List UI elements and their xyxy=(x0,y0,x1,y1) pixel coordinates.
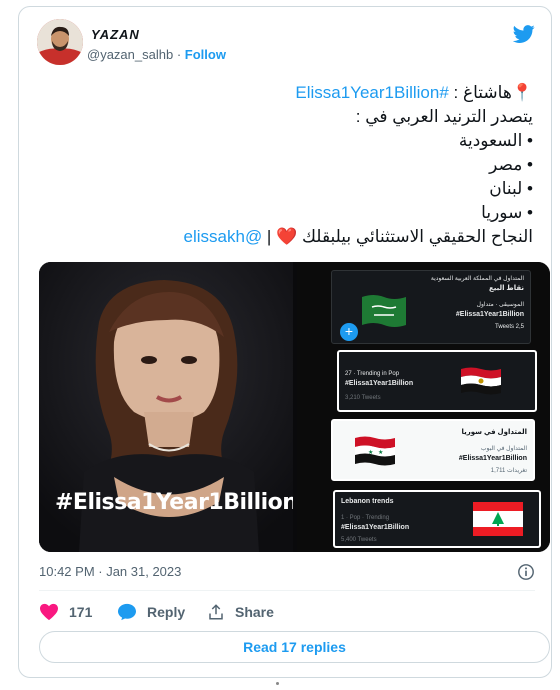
share-label: Share xyxy=(235,604,274,620)
info-icon[interactable] xyxy=(517,563,535,581)
svg-text:★: ★ xyxy=(378,449,383,456)
twitter-bird-icon[interactable] xyxy=(513,23,535,45)
photo-elissa[interactable]: #Elissa1Year1Billion xyxy=(39,262,293,552)
country-item: • مصر xyxy=(489,155,533,174)
avatar-image xyxy=(37,19,83,65)
divider xyxy=(39,590,535,591)
svg-text:★: ★ xyxy=(368,449,373,456)
reply-button[interactable]: Reply xyxy=(117,601,185,623)
egypt-flag-icon xyxy=(461,367,501,395)
tweet-timestamp[interactable]: 10:42 PM · Jan 31, 2023 xyxy=(39,564,181,579)
tweet-line-hashtag: 📍هاشتاغ : #Elissa1Year1Billion xyxy=(295,83,533,102)
user-handle[interactable]: @yazan_salhb xyxy=(87,47,173,62)
trend-screenshots[interactable]: + المتداول في المملكة العربية السعودية ن… xyxy=(297,262,550,552)
country-item: • سوريا xyxy=(481,203,533,222)
like-count: 171 xyxy=(69,604,93,620)
like-button[interactable]: 171 xyxy=(39,601,92,623)
read-replies-button[interactable]: Read 17 replies xyxy=(39,631,550,663)
tweet-text: 📍هاشتاغ : #Elissa1Year1Billion يتصدر الت… xyxy=(53,81,533,249)
trend-card-lebanon: Lebanon trends 1 · Pop · Trending #Eliss… xyxy=(333,490,541,548)
hashtag-link[interactable]: #Elissa1Year1Billion xyxy=(295,83,448,102)
reply-label: Reply xyxy=(147,604,186,620)
syria-flag-icon: ★ ★ xyxy=(355,436,395,466)
country-item: • لبنان xyxy=(489,179,533,198)
display-name[interactable]: YAZAN xyxy=(91,27,140,42)
page-dot xyxy=(276,682,279,685)
tweet-line-final: النجاح الحقيقي الاستثنائي بيلبقلك ❤️ | @… xyxy=(183,227,533,246)
follow-button[interactable]: Follow xyxy=(185,47,226,62)
red-heart-emoji: ❤️ xyxy=(276,227,298,246)
handle-line: @yazan_salhb · Follow xyxy=(87,47,226,62)
mention-link[interactable]: @elissakh xyxy=(184,227,263,246)
heart-icon xyxy=(40,603,58,621)
trend-card-saudi: + المتداول في المملكة العربية السعودية ن… xyxy=(331,270,531,344)
saudi-flag-icon xyxy=(362,295,406,327)
lebanon-flag-icon xyxy=(473,502,523,536)
plus-icon: + xyxy=(340,323,358,341)
reply-bubble-icon xyxy=(118,603,136,621)
photo-hashtag-text: #Elissa1Year1Billion xyxy=(55,490,293,515)
separator-dot: · xyxy=(176,47,182,62)
share-icon xyxy=(209,604,223,620)
tweet-line-intro: يتصدر الترنيد العربي في : xyxy=(355,107,533,126)
tweet-card: YAZAN @yazan_salhb · Follow 📍هاشتاغ : #E… xyxy=(18,6,552,678)
media-grid[interactable]: #Elissa1Year1Billion + المتداول في الممل… xyxy=(39,262,550,552)
pin-icon: 📍 xyxy=(511,83,533,102)
country-item: • السعودية xyxy=(458,131,533,150)
share-button[interactable]: Share xyxy=(207,601,274,623)
trend-card-syria: ★ ★ المتداول في سوريا المتداول في البوب … xyxy=(331,419,535,481)
trend-card-egypt: 27 · Trending in Pop #Elissa1Year1Billio… xyxy=(337,350,537,412)
avatar[interactable] xyxy=(37,19,83,65)
